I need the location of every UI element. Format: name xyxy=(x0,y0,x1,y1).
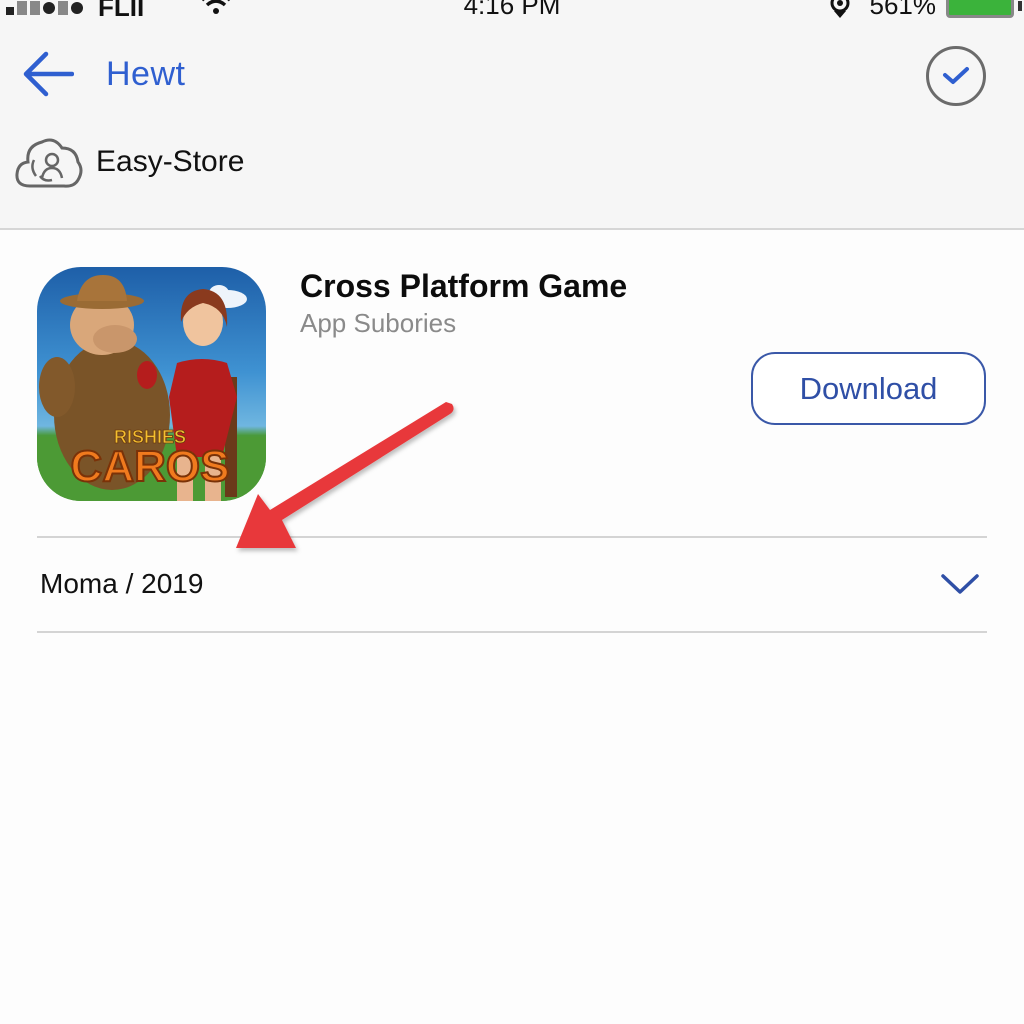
arrow-shape xyxy=(236,402,454,548)
chevron-down-icon xyxy=(941,574,979,594)
game-title-text: CAROS xyxy=(71,442,230,491)
character-woman-glove xyxy=(137,361,157,389)
status-bar: FLII 4:16 PM 561% xyxy=(0,0,1024,20)
app-header: Hewt Easy-Store xyxy=(0,20,1024,230)
status-right-group: 561% xyxy=(828,0,1024,20)
location-icon xyxy=(830,0,849,18)
battery-tip-icon xyxy=(1018,0,1022,11)
app-title: Cross Platform Game xyxy=(300,268,628,304)
dropdown-value: Moma / 2019 xyxy=(40,568,204,599)
arrow-left-icon xyxy=(23,51,74,97)
checkmark-icon xyxy=(943,67,969,84)
app-icon[interactable]: RISHIES CAROS xyxy=(37,267,266,501)
game-artwork: RISHIES CAROS xyxy=(37,275,266,501)
back-button[interactable]: Hewt xyxy=(22,50,185,98)
app-subtitle: App Subories xyxy=(300,308,457,338)
character-man-chin xyxy=(93,325,137,353)
confirm-button[interactable] xyxy=(926,46,986,106)
store-brand: Easy-Store xyxy=(14,132,244,192)
cloud-user-icon xyxy=(15,138,83,188)
character-man-hat xyxy=(77,275,127,301)
download-button[interactable]: Download xyxy=(751,352,986,425)
character-man-arm xyxy=(39,357,75,417)
battery-icon xyxy=(946,0,1014,18)
store-name: Easy-Store xyxy=(96,145,245,178)
divider xyxy=(37,631,987,633)
version-dropdown[interactable]: Moma / 2019 xyxy=(37,538,987,630)
back-label: Hewt xyxy=(106,54,186,93)
battery-percent: 561% xyxy=(869,0,937,20)
